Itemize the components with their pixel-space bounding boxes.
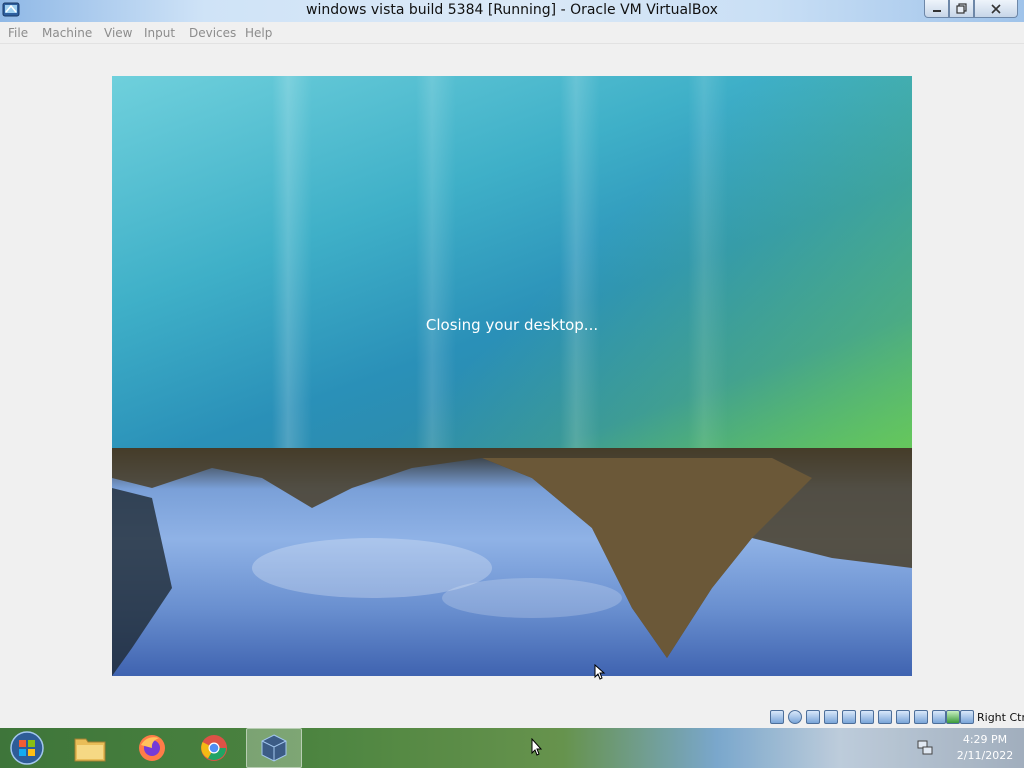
close-icon [991, 3, 1001, 14]
vm-display[interactable]: Closing your desktop... [112, 76, 912, 676]
menu-view[interactable]: View [104, 26, 132, 40]
display-icon[interactable] [878, 710, 892, 724]
menu-file[interactable]: File [8, 26, 28, 40]
chrome-icon [201, 735, 227, 761]
taskbar-file-explorer[interactable] [62, 728, 118, 768]
menu-input[interactable]: Input [144, 26, 175, 40]
close-button[interactable] [974, 0, 1018, 18]
vista-aurora-background [112, 76, 912, 448]
menu-devices[interactable]: Devices [189, 26, 236, 40]
mouse-cursor-icon [594, 664, 606, 680]
folder-icon [74, 738, 106, 762]
windows-taskbar: 4:29 PM 2/11/2022 [0, 728, 1024, 768]
vm-status-message: Closing your desktop... [425, 316, 599, 334]
audio-icon[interactable] [806, 710, 820, 724]
virtualbox-icon [261, 734, 287, 762]
host-mouse-cursor-icon [531, 738, 543, 756]
usb-icon[interactable] [842, 710, 856, 724]
network-icon[interactable] [824, 710, 838, 724]
restore-icon [955, 2, 967, 14]
restore-button[interactable] [949, 0, 974, 18]
clock-time[interactable]: 4:29 PM [950, 733, 1020, 746]
menu-machine[interactable]: Machine [42, 26, 92, 40]
keyboard-icon[interactable] [960, 710, 974, 724]
mountain-reflection-image [112, 448, 912, 676]
video-capture-icon[interactable] [896, 710, 910, 724]
optical-drive-icon[interactable] [788, 710, 802, 724]
menu-help[interactable]: Help [245, 26, 272, 40]
start-button[interactable] [0, 728, 54, 768]
window-title: windows vista build 5384 [Running] - Ora… [306, 2, 718, 18]
system-tray: 4:29 PM 2/11/2022 [910, 728, 1024, 768]
window-titlebar[interactable]: windows vista build 5384 [Running] - Ora… [0, 0, 1024, 22]
host-key-label: Right Ctrl [977, 711, 1024, 724]
taskbar-chrome[interactable] [186, 728, 242, 768]
clock-date[interactable]: 2/11/2022 [950, 749, 1020, 762]
network-tray-icon[interactable] [916, 739, 934, 757]
vm-status-bar: Right Ctrl [768, 709, 1024, 727]
recording-icon[interactable] [914, 710, 928, 724]
taskbar-firefox[interactable] [124, 728, 180, 768]
windows-orb-icon [10, 731, 44, 765]
shared-folders-icon[interactable] [860, 710, 874, 724]
mouse-integration-icon[interactable] [946, 710, 960, 724]
minimize-button[interactable] [924, 0, 949, 18]
cpu-icon[interactable] [932, 710, 946, 724]
menu-bar: File Machine View Input Devices Help [0, 22, 1024, 44]
hard-disk-icon[interactable] [770, 710, 784, 724]
minimize-icon [932, 9, 941, 12]
firefox-icon [139, 735, 165, 761]
taskbar-virtualbox[interactable] [246, 728, 302, 768]
desktop-wallpaper [112, 448, 912, 676]
